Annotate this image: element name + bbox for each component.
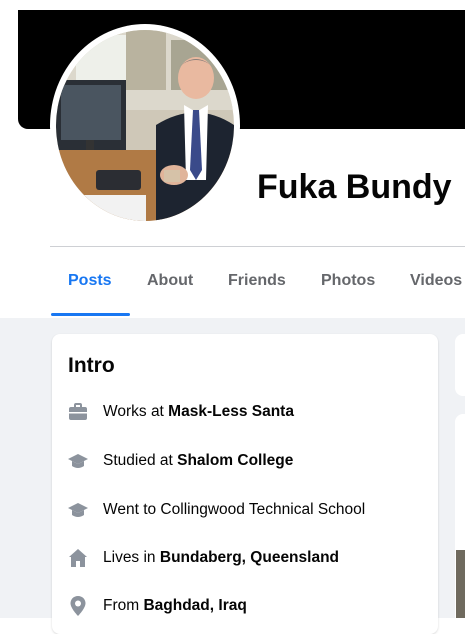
tab-photos[interactable]: Photos xyxy=(321,272,375,290)
intro-from-prefix: From xyxy=(103,597,144,614)
profile-photo-image xyxy=(56,30,234,221)
intro-studied-value[interactable]: Shalom College xyxy=(177,452,293,469)
location-pin-icon xyxy=(66,594,90,618)
profile-tabs: Posts About Friends Photos Videos xyxy=(0,262,465,318)
profile-name: Fuka Bundy xyxy=(257,168,452,206)
tab-posts[interactable]: Posts xyxy=(68,272,112,290)
active-tab-indicator xyxy=(51,313,130,316)
intro-work-value[interactable]: Mask-Less Santa xyxy=(168,403,294,420)
side-photo xyxy=(456,550,465,618)
briefcase-icon xyxy=(66,400,90,424)
intro-work: Works at Mask-Less Santa xyxy=(66,400,426,424)
intro-studied: Studied at Shalom College xyxy=(66,449,426,473)
graduation-cap-icon xyxy=(66,449,90,473)
intro-card: Intro Works at Mask-Less Santa Studied a… xyxy=(52,334,438,634)
tab-videos[interactable]: Videos xyxy=(410,272,462,290)
intro-went-to: Went to Collingwood Technical School xyxy=(66,498,426,522)
home-icon xyxy=(66,546,90,570)
tab-friends[interactable]: Friends xyxy=(228,272,286,290)
intro-from: From Baghdad, Iraq xyxy=(66,594,426,618)
graduation-cap-icon xyxy=(66,498,90,522)
intro-lives-in-value[interactable]: Bundaberg, Queensland xyxy=(160,549,339,566)
intro-from-value[interactable]: Baghdad, Iraq xyxy=(143,597,246,614)
profile-picture[interactable] xyxy=(56,30,234,221)
side-card xyxy=(455,334,465,396)
intro-studied-prefix: Studied at xyxy=(103,452,178,469)
tab-about[interactable]: About xyxy=(147,272,193,290)
intro-went-to-text: Went to Collingwood Technical School xyxy=(103,501,366,518)
intro-lives-in: Lives in Bundaberg, Queensland xyxy=(66,546,426,570)
intro-title: Intro xyxy=(68,354,115,377)
intro-lives-in-prefix: Lives in xyxy=(103,549,160,566)
intro-work-prefix: Works at xyxy=(103,403,169,420)
header-divider xyxy=(50,246,465,247)
